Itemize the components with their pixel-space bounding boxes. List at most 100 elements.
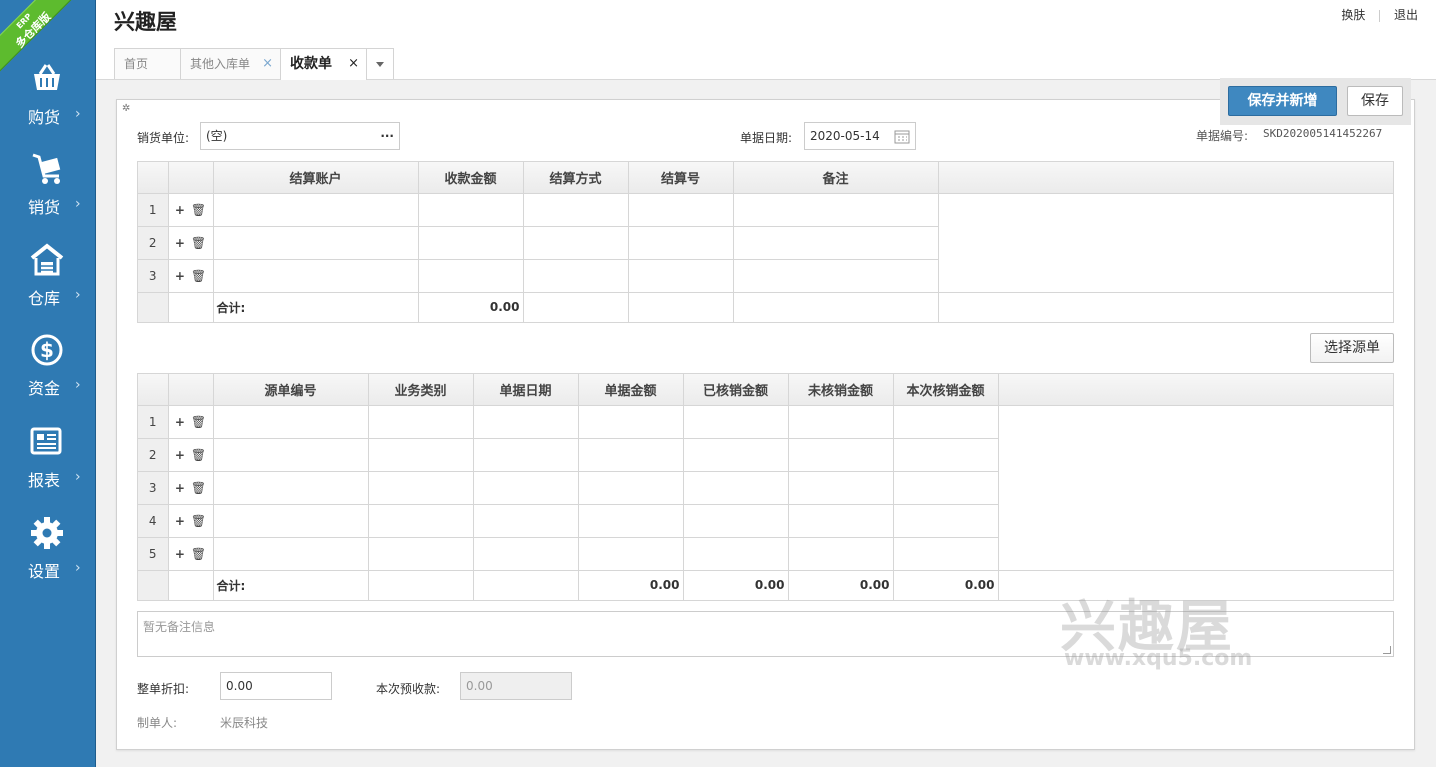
sidebar-item-reports[interactable]: 报表 ›: [0, 425, 95, 515]
header-ops: [168, 162, 214, 194]
column-header: 未核销金额: [788, 374, 894, 406]
amount-cell[interactable]: [418, 193, 524, 227]
tab-other-inbound[interactable]: 其他入库单 ×: [180, 48, 281, 79]
sidebar-item-settings[interactable]: 设置 ›: [0, 516, 95, 606]
column-header: 业务类别: [368, 374, 474, 406]
resize-grip-icon[interactable]: [1383, 646, 1391, 654]
delete-icon[interactable]: 🗑: [191, 236, 206, 250]
row-number-blank: [138, 292, 169, 323]
maker-label: 制单人:: [137, 716, 178, 730]
column-header-filler: [938, 162, 1393, 194]
add-row-icon[interactable]: +: [175, 269, 185, 283]
note-cell[interactable]: [733, 259, 939, 293]
row-actions: + 🗑: [168, 504, 214, 538]
table-row: 1 + 🗑: [138, 405, 1393, 439]
logout-link[interactable]: 退出: [1394, 6, 1418, 23]
row-number: 4: [138, 504, 169, 538]
method-cell[interactable]: [523, 259, 629, 293]
method-cell[interactable]: [523, 226, 629, 260]
sidebar-item-label: 仓库: [28, 289, 61, 308]
remark-placeholder: 暂无备注信息: [143, 620, 216, 634]
maker-value: 米辰科技: [220, 716, 269, 730]
amount-cell[interactable]: [418, 259, 524, 293]
more-icon[interactable]: ···: [380, 123, 394, 149]
sidebar-item-sales[interactable]: 销货 ›: [0, 152, 95, 242]
gear-icon: [31, 517, 63, 549]
prepay-input: 0.00: [460, 672, 572, 700]
account-cell[interactable]: [213, 193, 419, 227]
date-field[interactable]: 2020-05-14: [804, 122, 916, 150]
docno-label: 单据编号:: [1196, 129, 1249, 143]
tab-home[interactable]: 首页: [114, 48, 181, 79]
account-cell[interactable]: [213, 226, 419, 260]
warehouse-icon: [30, 243, 64, 276]
sidebar: ERP 多仓库版 购货 › 销货 › 仓库 › $ 资金 › 报表 › 设置 ›: [0, 0, 96, 767]
date-value: 2020-05-14: [810, 129, 880, 143]
total-row: 合计: 0.00: [138, 292, 1393, 323]
divider: [1379, 9, 1381, 22]
account-cell[interactable]: [213, 259, 419, 293]
tab-label: 首页: [124, 57, 149, 71]
add-row-icon[interactable]: +: [175, 203, 185, 217]
delete-icon[interactable]: 🗑: [191, 415, 206, 429]
close-icon[interactable]: ×: [348, 49, 359, 79]
chevron-right-icon: ›: [75, 469, 81, 485]
total-amount: 0.00: [418, 292, 524, 323]
row-actions: + 🗑: [168, 259, 214, 293]
save-button[interactable]: 保存: [1347, 86, 1403, 116]
customer-value: (空): [206, 129, 228, 143]
close-icon[interactable]: ×: [262, 49, 273, 79]
column-header: 结算号: [628, 162, 734, 194]
add-row-icon[interactable]: +: [175, 547, 185, 561]
add-row-icon[interactable]: +: [175, 448, 185, 462]
customer-field[interactable]: (空) ···: [200, 122, 400, 150]
row-number: 5: [138, 537, 169, 571]
settings-gear-icon[interactable]: ✲: [122, 103, 130, 114]
calendar-icon[interactable]: [894, 129, 910, 144]
delete-icon[interactable]: 🗑: [191, 269, 206, 283]
date-label: 单据日期:: [740, 131, 793, 145]
delete-icon[interactable]: 🗑: [191, 514, 206, 528]
row-actions: + 🗑: [168, 226, 214, 260]
skin-link[interactable]: 换肤: [1341, 6, 1365, 23]
sidebar-item-funds[interactable]: $ 资金 ›: [0, 333, 95, 423]
table-row: 1 + 🗑: [138, 193, 1393, 227]
chevron-right-icon: ›: [75, 287, 81, 303]
sidebar-item-label: 购货: [28, 108, 61, 127]
row-actions: + 🗑: [168, 405, 214, 439]
tab-receipt[interactable]: 收款单 ×: [280, 48, 367, 80]
select-source-button[interactable]: 选择源单: [1310, 333, 1394, 363]
sidebar-item-purchase[interactable]: 购货 ›: [0, 62, 95, 152]
delete-icon[interactable]: 🗑: [191, 481, 206, 495]
add-row-icon[interactable]: +: [175, 481, 185, 495]
settle-no-cell[interactable]: [628, 193, 734, 227]
amount-cell[interactable]: [418, 226, 524, 260]
save-and-new-button[interactable]: 保存并新增: [1228, 86, 1337, 116]
add-row-icon[interactable]: +: [175, 236, 185, 250]
note-cell[interactable]: [733, 193, 939, 227]
sidebar-item-warehouse[interactable]: 仓库 ›: [0, 243, 95, 333]
delete-icon[interactable]: 🗑: [191, 547, 206, 561]
settle-no-cell[interactable]: [628, 259, 734, 293]
settlement-grid: 结算账户 收款金额 结算方式 结算号 备注 1 + 🗑 2 + 🗑 3 + 🗑 …: [137, 161, 1394, 323]
dollar-icon: $: [31, 334, 63, 366]
row-number: 2: [138, 438, 169, 472]
add-row-icon[interactable]: +: [175, 514, 185, 528]
report-icon: [30, 427, 62, 455]
row-number: 2: [138, 226, 169, 260]
delete-icon[interactable]: 🗑: [191, 203, 206, 217]
chevron-right-icon: ›: [75, 196, 81, 212]
tab-dropdown-button[interactable]: [366, 48, 394, 79]
delete-icon[interactable]: 🗑: [191, 448, 206, 462]
row-number: 1: [138, 405, 169, 439]
prepay-label: 本次预收款:: [376, 682, 441, 696]
note-cell[interactable]: [733, 226, 939, 260]
tab-label: 其他入库单: [190, 57, 251, 71]
discount-input[interactable]: 0.00: [220, 672, 332, 700]
column-header: 备注: [733, 162, 939, 194]
settle-no-cell[interactable]: [628, 226, 734, 260]
add-row-icon[interactable]: +: [175, 415, 185, 429]
method-cell[interactable]: [523, 193, 629, 227]
table-row: 4 + 🗑: [138, 504, 1393, 538]
row-number: 3: [138, 259, 169, 293]
